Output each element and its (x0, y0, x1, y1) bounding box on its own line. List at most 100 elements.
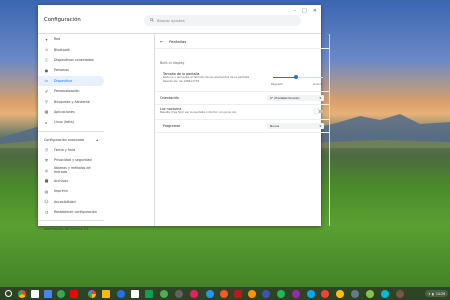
files-icon[interactable] (117, 289, 125, 298)
night-light-row: Luz nocturna Resulta más fácil ver la pa… (155, 105, 329, 120)
slider-max-label: Grande (313, 82, 324, 86)
about-chrome-os-link[interactable]: Información de Chrome OS (38, 224, 104, 234)
status-tray[interactable]: ▾ ▮ 14:29 (425, 290, 448, 297)
chevron-down-icon: ▾ (319, 96, 321, 100)
battery-icon: ▮ (432, 291, 434, 296)
chevron-down-icon: ▾ (319, 124, 321, 128)
play-store-icon[interactable] (57, 289, 65, 298)
gmail-icon[interactable] (31, 289, 39, 298)
slider-knob[interactable] (293, 75, 298, 79)
search-placeholder: Buscar ajustes (157, 18, 185, 23)
night-light-desc: Resulta más fácil ver la pantalla o dorm… (160, 110, 237, 114)
app-icon[interactable] (262, 289, 270, 298)
app-icon[interactable] (336, 289, 344, 298)
app-icon[interactable] (366, 289, 374, 298)
launcher-icon[interactable] (5, 290, 12, 297)
display-settings-panel: ← Pantallas Built-in display Tamaño de l… (154, 34, 330, 226)
slider-min-label: Pequeño (271, 82, 284, 86)
sidebar-item-apps[interactable]: ▦ Aplicaciones (38, 107, 104, 117)
sidebar-item-linux[interactable]: ▸ Linux (beta) (38, 117, 104, 127)
display-size-row: Tamaño de la pantalla Reduce o aumenta e… (155, 69, 329, 92)
brush-icon: ✐ (44, 88, 49, 94)
app-icon[interactable] (206, 289, 214, 298)
shield-icon: ⛨ (45, 157, 48, 163)
app-icon[interactable] (351, 289, 359, 298)
person-icon: ● (44, 67, 49, 73)
sidebar-item-date-time[interactable]: ◷ Fecha y hora (38, 145, 104, 155)
night-light-toggle[interactable] (314, 109, 323, 114)
settings-window: – □ ✕ Configuración Buscar ajustes ▾ Red … (38, 5, 330, 231)
search-icon: ⚲ (45, 99, 48, 105)
app-icon[interactable] (381, 289, 389, 298)
netflix-icon[interactable] (234, 289, 242, 298)
app-icon[interactable] (220, 289, 228, 298)
schedule-select[interactable]: Nunca ▾ (267, 123, 324, 129)
bluetooth-icon: ⨯ (44, 47, 49, 53)
apps-icon: ▦ (44, 109, 49, 115)
orientation-select[interactable]: 0° (Predeterminado) ▾ (267, 95, 324, 101)
sidebar-item-device[interactable]: ▭ Dispositivo (38, 75, 104, 86)
slider-fill (273, 76, 296, 78)
folder-icon: ■ (44, 178, 49, 184)
accessibility-icon: ☺ (44, 199, 49, 205)
sidebar-item-search-assistant[interactable]: ⚲ Búsqueda y Asistente (38, 96, 104, 106)
app-icon[interactable] (248, 289, 256, 298)
search-input[interactable]: Buscar ajustes (144, 15, 301, 26)
schedule-row: Programar Nunca ▾ (155, 120, 329, 133)
sidebar-item-files[interactable]: ■ Archivos (38, 176, 104, 186)
chevron-up-icon: ▴ (96, 137, 98, 142)
sidebar: ▾ Red ⨯ Bluetooth ▯ Dispositivos conectados… (38, 34, 104, 231)
page-header: ← Pantallas (155, 34, 329, 49)
sidebar-item-privacy[interactable]: ⛨ Privacidad y seguridad (38, 155, 104, 165)
terminal-icon: ▸ (45, 119, 48, 125)
photos-icon[interactable] (88, 289, 96, 298)
sidebar-item-accessibility[interactable]: ☺ Accesibilidad (38, 196, 104, 206)
schedule-title: Programar (163, 124, 181, 128)
app-icon[interactable] (190, 289, 198, 298)
sidebar-divider (38, 220, 104, 222)
app-icon[interactable] (292, 289, 300, 298)
globe-icon: ◎ (44, 167, 49, 173)
camera-icon[interactable] (175, 289, 183, 298)
clock-icon: ◷ (44, 147, 49, 153)
maps-icon[interactable] (160, 289, 168, 298)
shelf: ▾ ▮ 14:29 (0, 287, 450, 300)
sidebar-item-reset[interactable]: ↺ Restablecer configuración (38, 207, 104, 217)
youtube-icon[interactable] (70, 289, 78, 298)
sidebar-item-connected-devices[interactable]: ▯ Dispositivos conectados (38, 55, 104, 65)
advanced-toggle[interactable]: Configuración avanzada ▴ (38, 135, 104, 145)
page-title: Configuración (44, 17, 81, 23)
chrome-icon[interactable] (18, 289, 26, 298)
sidebar-item-bluetooth[interactable]: ⨯ Bluetooth (38, 44, 104, 54)
app-icon[interactable] (307, 289, 315, 298)
wifi-icon: ▾ (45, 36, 48, 42)
app-icon[interactable] (321, 289, 329, 298)
search-icon (150, 18, 154, 23)
display-resolution: Resolución de 1366x1776 (163, 78, 200, 83)
calendar-icon[interactable] (131, 289, 139, 298)
wifi-icon: ▾ (428, 291, 431, 296)
orientation-row: Orientación 0° (Predeterminado) ▾ (155, 92, 329, 105)
subpage-title: Pantallas (169, 38, 187, 44)
printer-icon: ▤ (44, 188, 49, 194)
app-icon[interactable] (396, 289, 404, 298)
toggle-knob (314, 109, 319, 114)
clock-time: 14:29 (435, 291, 445, 296)
sidebar-item-languages[interactable]: ◎ Idiomas y métodos de entrada (38, 165, 104, 175)
sidebar-item-print[interactable]: ▤ Imprimir (38, 186, 104, 196)
sidebar-item-red[interactable]: ▾ Red (38, 34, 104, 44)
reset-icon: ↺ (44, 209, 49, 215)
section-title: Built-in display (160, 61, 185, 65)
display-size-slider[interactable] (273, 75, 323, 79)
back-arrow-icon[interactable]: ← (160, 39, 163, 44)
sidebar-item-people[interactable]: ● Personas (38, 65, 104, 75)
sidebar-divider (38, 130, 104, 132)
settings-header: Configuración Buscar ajustes (38, 5, 321, 34)
docs-icon[interactable] (44, 289, 52, 298)
orientation-title: Orientación (160, 96, 180, 100)
sheets-icon[interactable] (145, 289, 153, 298)
drive-icon[interactable] (102, 289, 110, 298)
spotify-icon[interactable] (277, 289, 285, 298)
laptop-icon: ▭ (44, 78, 49, 84)
sidebar-item-personalization[interactable]: ✐ Personalización (38, 86, 104, 96)
